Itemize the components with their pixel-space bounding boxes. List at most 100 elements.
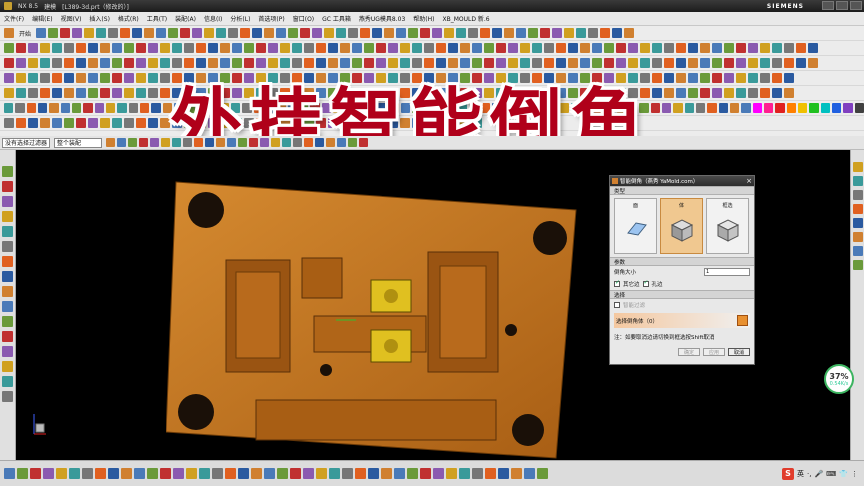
mold-tool-icon[interactable] [28,73,38,83]
sketch-tool-icon[interactable] [532,43,542,53]
standard-tool-icon[interactable] [300,28,311,38]
view-tool-icon[interactable] [718,103,728,113]
sketch-tool-icon[interactable] [652,43,662,53]
feature-tool-icon[interactable] [4,58,14,68]
bottom-tool-icon[interactable] [433,468,444,479]
edit-tool-icon[interactable] [724,88,734,98]
sketch-tool-icon[interactable] [340,43,350,53]
snap-filter-icon[interactable] [216,138,225,147]
mold-tool-icon[interactable] [136,73,146,83]
sketch-tool-icon[interactable] [64,43,74,53]
hole-edges-checkbox[interactable] [642,279,649,287]
view-tool-icon[interactable] [730,103,740,113]
color-swatch-icon[interactable] [843,103,853,113]
resource-tab-icon[interactable] [2,286,13,297]
standard-tool-icon[interactable] [612,28,623,38]
view-tool-icon[interactable] [106,103,116,113]
bottom-tool-icon[interactable] [355,468,366,479]
sketch-tool-icon[interactable] [472,43,482,53]
feature-tool-icon[interactable] [112,58,122,68]
snap-filter-icon[interactable] [359,138,368,147]
standard-tool-icon[interactable] [204,28,215,38]
bottom-tool-icon[interactable] [290,468,301,479]
bottom-tool-icon[interactable] [17,468,28,479]
standard-tool-icon[interactable] [288,28,299,38]
sketch-tool-icon[interactable] [436,43,446,53]
mold-tool-icon[interactable] [736,73,746,83]
edit-tool-icon[interactable] [688,88,698,98]
snap-filter-icon[interactable] [238,138,247,147]
view-tool-icon[interactable] [15,103,25,113]
sketch-tool-icon[interactable] [4,43,14,53]
color-swatch-icon[interactable] [775,103,785,113]
menu-info[interactable]: 信息(I) [204,14,222,23]
resource-tab-icon[interactable] [2,376,13,387]
view-tool-icon[interactable] [707,103,717,113]
mold-tool-icon[interactable] [148,73,158,83]
view-tool-icon[interactable] [852,190,863,200]
mold-tool-icon[interactable] [664,73,674,83]
menu-assembly[interactable]: 装配(A) [175,14,196,23]
section-select[interactable]: 选择 [610,290,754,299]
bottom-tool-icon[interactable] [303,468,314,479]
menu-tools[interactable]: 工具(T) [147,14,167,23]
sketch-tool-icon[interactable] [412,43,422,53]
mold-tool-icon[interactable] [4,73,14,83]
bottom-tool-icon[interactable] [498,468,509,479]
bottom-tool-icon[interactable] [4,468,15,479]
color-swatch-icon[interactable] [798,103,808,113]
sketch-tool-icon[interactable] [196,43,206,53]
scope-select[interactable]: 整个装配 [54,137,102,148]
snap-filter-icon[interactable] [260,138,269,147]
sketch-tool-icon[interactable] [280,43,290,53]
standard-tool-icon[interactable] [264,28,275,38]
bottom-tool-icon[interactable] [485,468,496,479]
network-speed-widget[interactable]: 37% 0.54K/s [824,364,854,394]
bottom-tool-icon[interactable] [420,468,431,479]
analysis-tool-icon[interactable] [28,118,38,128]
bottom-tool-icon[interactable] [459,468,470,479]
bottom-tool-icon[interactable] [524,468,535,479]
sketch-tool-icon[interactable] [520,43,530,53]
sketch-tool-icon[interactable] [256,43,266,53]
view-tool-icon[interactable] [741,103,751,113]
mold-tool-icon[interactable] [712,73,722,83]
snap-filter-icon[interactable] [271,138,280,147]
snap-filter-icon[interactable] [117,138,126,147]
feature-tool-icon[interactable] [88,58,98,68]
sketch-tool-icon[interactable] [232,43,242,53]
resource-tab-icon[interactable] [2,391,13,402]
ime-indicator[interactable]: S 英 ·, 🎤 ⌨ 👕 ⋮ [782,467,858,480]
mold-tool-icon[interactable] [700,73,710,83]
sketch-tool-icon[interactable] [388,43,398,53]
sketch-tool-icon[interactable] [40,43,50,53]
standard-tool-icon[interactable] [564,28,575,38]
color-swatch-icon[interactable] [809,103,819,113]
resource-tab-icon[interactable] [2,316,13,327]
feature-tool-icon[interactable] [796,58,806,68]
feature-tool-icon[interactable] [160,58,170,68]
bottom-tool-icon[interactable] [95,468,106,479]
standard-tool-icon[interactable] [72,28,83,38]
edit-tool-icon[interactable] [100,88,110,98]
feature-tool-icon[interactable] [772,58,782,68]
mold-tool-icon[interactable] [688,73,698,83]
feature-tool-icon[interactable] [40,58,50,68]
sketch-tool-icon[interactable] [808,43,818,53]
type-filter-select[interactable]: 没有选择过滤器 [2,137,50,148]
mold-tool-icon[interactable] [760,73,770,83]
cancel-button[interactable]: 取消 [728,348,750,356]
standard-tool-icon[interactable] [120,28,131,38]
view-tool-icon[interactable] [684,103,694,113]
edit-tool-icon[interactable] [784,88,794,98]
sketch-tool-icon[interactable] [604,43,614,53]
bottom-tool-icon[interactable] [82,468,93,479]
feature-tool-icon[interactable] [652,58,662,68]
view-tool-icon[interactable] [852,260,863,270]
feature-tool-icon[interactable] [760,58,770,68]
analysis-tool-icon[interactable] [76,118,86,128]
view-tool-icon[interactable] [695,103,706,113]
view-tool-icon[interactable] [49,103,59,113]
menu-yanxiu-mold[interactable]: 燕秀UG模具8.03 [359,14,405,23]
snap-filter-icon[interactable] [139,138,148,147]
